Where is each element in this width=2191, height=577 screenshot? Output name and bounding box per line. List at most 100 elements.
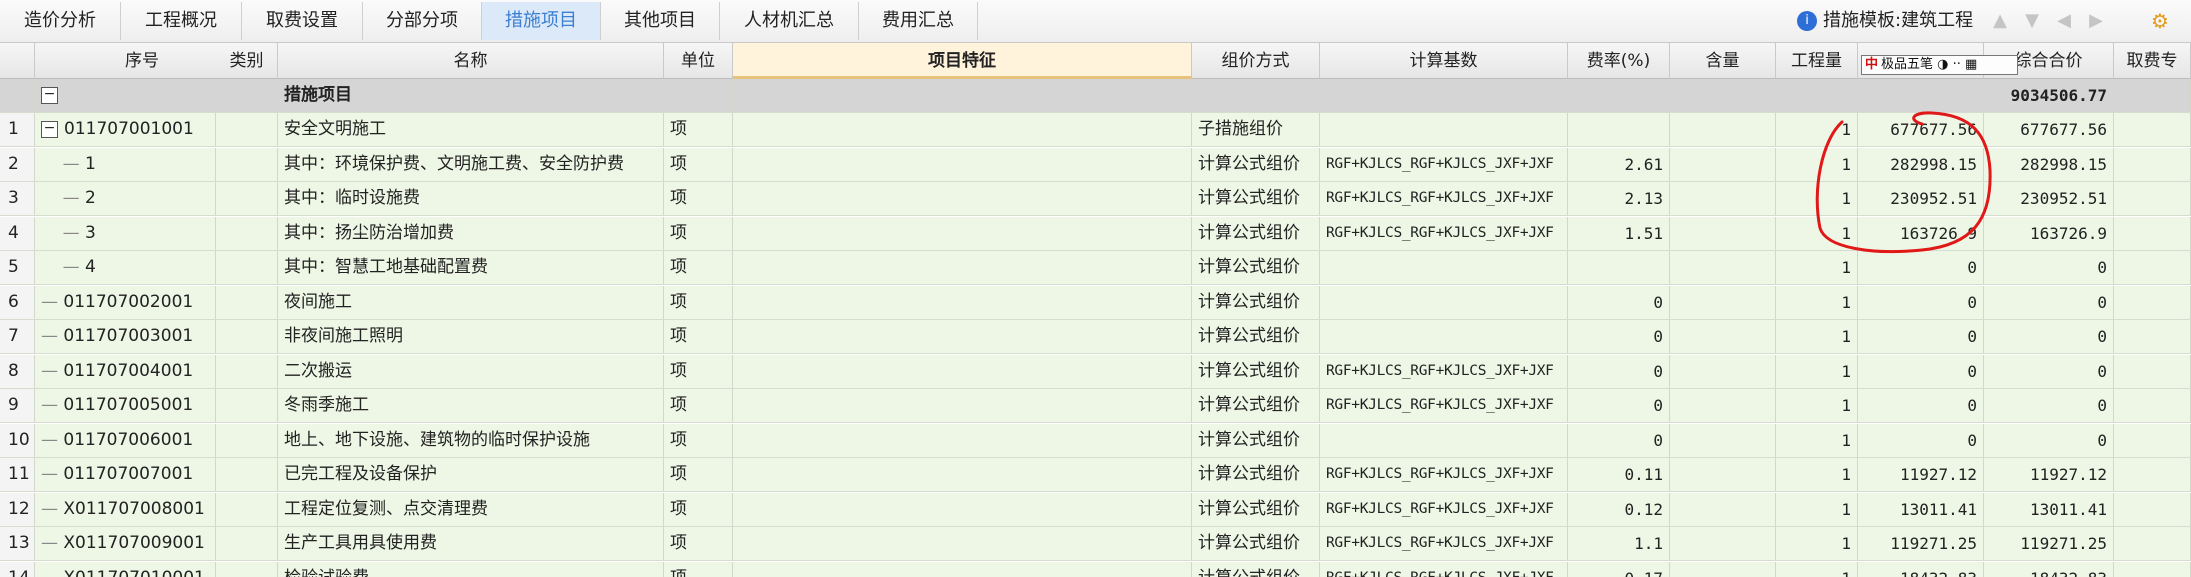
row-rate[interactable] xyxy=(1568,251,1670,284)
row-quantity[interactable]: 1 xyxy=(1776,492,1858,526)
table-row[interactable]: 10— 011707006001 地上、地下设施、建筑物的临时保护设施项计算公式组… xyxy=(0,423,2191,458)
row-total-price[interactable]: 0 xyxy=(1984,251,2114,284)
row-rate[interactable]: 0 xyxy=(1568,354,1670,388)
row-calc-base[interactable]: RGF+KJLCS_RGF+KJLCS_JXF+JXF xyxy=(1320,527,1568,560)
row-unit[interactable]: 项 xyxy=(664,492,733,526)
row-category[interactable] xyxy=(216,147,278,181)
row-total-price[interactable]: 0 xyxy=(1984,389,2114,422)
row-code[interactable]: — 1 xyxy=(35,147,216,181)
row-category[interactable] xyxy=(216,458,278,491)
row-features[interactable] xyxy=(733,147,1192,181)
row-category[interactable] xyxy=(216,216,278,250)
row-content[interactable] xyxy=(1670,458,1776,491)
row-quantity[interactable]: 1 xyxy=(1776,320,1858,353)
row-fee-category[interactable] xyxy=(2114,492,2191,526)
section-row[interactable]: − 措施项目 9034506.77 xyxy=(0,79,2191,113)
row-code[interactable]: — X011707008001 xyxy=(35,492,216,526)
row-unit[interactable]: 项 xyxy=(664,561,733,577)
table-row[interactable]: 11— 011707007001 已完工程及设备保护项计算公式组价 RGF+KJLC… xyxy=(0,458,2191,492)
row-unit[interactable]: 项 xyxy=(664,354,733,388)
row-total-price[interactable]: 230952.51 xyxy=(1984,182,2114,215)
row-unit-price[interactable]: 0 xyxy=(1858,423,1984,457)
row-code[interactable]: — 011707002001 xyxy=(35,285,216,319)
row-method[interactable]: 计算公式组价 xyxy=(1192,458,1320,491)
row-name[interactable]: 冬雨季施工 xyxy=(278,389,664,422)
tab-other-items[interactable]: 其他项目 xyxy=(601,2,720,40)
row-total-price[interactable]: 11927.12 xyxy=(1984,458,2114,491)
row-content[interactable] xyxy=(1670,389,1776,422)
row-name[interactable]: 已完工程及设备保护 xyxy=(278,458,664,491)
row-category[interactable] xyxy=(216,423,278,457)
row-unit-price[interactable]: 0 xyxy=(1858,251,1984,284)
row-features[interactable] xyxy=(733,354,1192,388)
row-features[interactable] xyxy=(733,561,1192,577)
row-features[interactable] xyxy=(733,320,1192,353)
row-features[interactable] xyxy=(733,251,1192,284)
tab-fee-settings[interactable]: 取费设置 xyxy=(242,2,363,40)
row-rate[interactable]: 0 xyxy=(1568,285,1670,319)
row-category[interactable] xyxy=(216,492,278,526)
row-code[interactable]: −011707001001 xyxy=(35,113,216,146)
row-features[interactable] xyxy=(733,113,1192,146)
row-features[interactable] xyxy=(733,458,1192,491)
row-unit[interactable]: 项 xyxy=(664,216,733,250)
move-down-icon[interactable]: ▼ xyxy=(2019,8,2045,34)
move-left-icon[interactable]: ◀ xyxy=(2051,8,2077,34)
table-row[interactable]: 13— X011707009001 生产工具用具使用费项计算公式组价 RGF+KJL… xyxy=(0,527,2191,561)
row-unit[interactable]: 项 xyxy=(664,389,733,422)
row-total-price[interactable]: 677677.56 xyxy=(1984,113,2114,146)
row-category[interactable] xyxy=(216,561,278,577)
header-fee-category[interactable]: 取费专 xyxy=(2114,43,2191,79)
settings-tool-icon[interactable]: ⚙ xyxy=(2143,8,2177,34)
tab-labor-material-summary[interactable]: 人材机汇总 xyxy=(720,2,859,40)
row-fee-category[interactable] xyxy=(2114,354,2191,388)
row-category[interactable] xyxy=(216,251,278,284)
row-fee-category[interactable] xyxy=(2114,389,2191,422)
row-features[interactable] xyxy=(733,389,1192,422)
row-name[interactable]: 二次搬运 xyxy=(278,354,664,388)
row-rate[interactable]: 0.12 xyxy=(1568,492,1670,526)
row-category[interactable] xyxy=(216,113,278,146)
row-method[interactable]: 计算公式组价 xyxy=(1192,182,1320,215)
row-name[interactable]: 其中：临时设施费 xyxy=(278,182,664,215)
row-unit-price[interactable]: 18432.83 xyxy=(1858,561,1984,577)
row-total-price[interactable]: 282998.15 xyxy=(1984,147,2114,181)
row-code[interactable]: — 011707004001 xyxy=(35,354,216,388)
row-category[interactable] xyxy=(216,354,278,388)
row-category[interactable] xyxy=(216,389,278,422)
row-features[interactable] xyxy=(733,492,1192,526)
row-rate[interactable]: 0.17 xyxy=(1568,561,1670,577)
row-method[interactable]: 计算公式组价 xyxy=(1192,147,1320,181)
header-rate[interactable]: 费率(%) xyxy=(1568,43,1670,79)
row-fee-category[interactable] xyxy=(2114,561,2191,577)
row-features[interactable] xyxy=(733,527,1192,560)
row-features[interactable] xyxy=(733,216,1192,250)
row-content[interactable] xyxy=(1670,492,1776,526)
row-fee-category[interactable] xyxy=(2114,320,2191,353)
row-quantity[interactable]: 1 xyxy=(1776,458,1858,491)
row-quantity[interactable]: 1 xyxy=(1776,561,1858,577)
section-toggle-cell[interactable]: − xyxy=(35,79,216,112)
row-rate[interactable] xyxy=(1568,113,1670,146)
row-content[interactable] xyxy=(1670,216,1776,250)
row-method[interactable]: 计算公式组价 xyxy=(1192,423,1320,457)
row-content[interactable] xyxy=(1670,354,1776,388)
row-calc-base[interactable]: RGF+KJLCS_RGF+KJLCS_JXF+JXF xyxy=(1320,492,1568,526)
row-features[interactable] xyxy=(733,423,1192,457)
row-unit[interactable]: 项 xyxy=(664,423,733,457)
row-name[interactable]: 其中：扬尘防治增加费 xyxy=(278,216,664,250)
row-name[interactable]: 工程定位复测、点交清理费 xyxy=(278,492,664,526)
row-rate[interactable]: 2.13 xyxy=(1568,182,1670,215)
table-row[interactable]: 12— X011707008001 工程定位复测、点交清理费项计算公式组价 RGF+… xyxy=(0,492,2191,527)
row-category[interactable] xyxy=(216,527,278,560)
row-total-price[interactable]: 0 xyxy=(1984,320,2114,353)
ime-status-bar[interactable]: 中极品五笔 ◑ ·· ▦ xyxy=(1861,55,2018,75)
row-quantity[interactable]: 1 xyxy=(1776,251,1858,284)
row-rate[interactable]: 0 xyxy=(1568,389,1670,422)
row-content[interactable] xyxy=(1670,561,1776,577)
move-right-icon[interactable]: ▶ xyxy=(2083,8,2109,34)
row-calc-base[interactable]: RGF+KJLCS_RGF+KJLCS_JXF+JXF xyxy=(1320,389,1568,422)
row-name[interactable]: 其中：智慧工地基础配置费 xyxy=(278,251,664,284)
row-category[interactable] xyxy=(216,320,278,353)
row-calc-base[interactable]: RGF+KJLCS_RGF+KJLCS_JXF+JXF xyxy=(1320,182,1568,215)
